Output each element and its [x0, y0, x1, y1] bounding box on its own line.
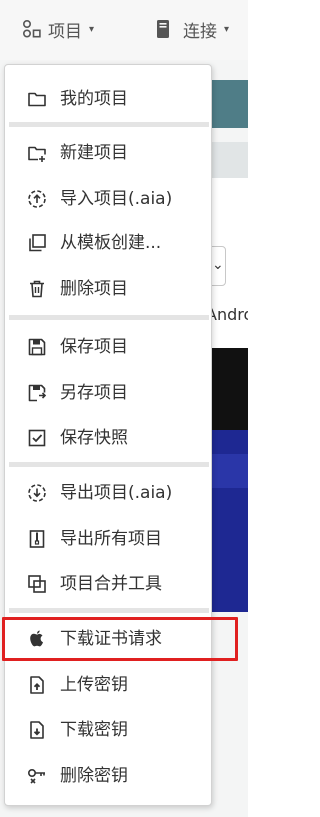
menu-item-import-project[interactable]: 导入项目(.aia): [5, 179, 211, 219]
menu-item-from-template[interactable]: 从模板创建...: [5, 223, 211, 263]
menu-item-save-as[interactable]: 另存项目: [5, 373, 211, 413]
connect-menu-button[interactable]: 连接 ▾: [155, 16, 229, 42]
menu-item-label: 另存项目: [60, 383, 128, 403]
phone-icon: [155, 19, 171, 39]
menu-item-save-project[interactable]: 保存项目: [5, 327, 211, 367]
highlight-annotation-box: [2, 617, 238, 661]
menu-item-my-projects[interactable]: 我的项目: [5, 79, 211, 119]
menu-item-delete-keystore[interactable]: 删除密钥: [5, 756, 211, 796]
menu-item-label: 下载密钥: [60, 720, 128, 740]
menu-item-label: 保存快照: [60, 428, 128, 448]
menu-item-label: 导出所有项目: [60, 529, 162, 549]
menu-item-upload-keystore[interactable]: 上传密钥: [5, 665, 211, 705]
connect-menu-label: 连接: [183, 21, 217, 42]
menu-item-label: 导出项目(.aia): [60, 483, 173, 503]
folder-icon: [27, 89, 47, 109]
key-delete-icon: [27, 766, 47, 786]
connect-caret-icon: ▾: [224, 23, 230, 35]
projects-icon: [22, 19, 42, 39]
menu-item-new-project[interactable]: 新建项目: [5, 133, 211, 173]
menu-divider: [9, 122, 209, 127]
app-screen: ⌄ Andro 项目 ▾ 连接: [0, 0, 248, 817]
zip-file-icon: [27, 529, 47, 549]
copy-icon: [27, 233, 47, 253]
menu-item-label: 从模板创建...: [60, 233, 162, 253]
menu-item-label: 删除密钥: [60, 766, 128, 786]
menu-item-save-checkpoint[interactable]: 保存快照: [5, 418, 211, 458]
checkbox-checked-icon: [27, 428, 47, 448]
menu-item-label: 新建项目: [60, 143, 128, 163]
projects-dropdown-menu: 我的项目 新建项目 导入项目(.aia) 从模板创建... 删除项目 保存项目 …: [4, 64, 212, 806]
menu-item-export-project[interactable]: 导出项目(.aia): [5, 473, 211, 513]
trash-icon: [27, 279, 47, 299]
merge-squares-icon: [27, 574, 47, 594]
file-upload-icon: [27, 675, 47, 695]
menu-item-label: 保存项目: [60, 337, 128, 357]
projects-menu-label: 项目: [48, 21, 82, 42]
save-icon: [27, 337, 47, 357]
folder-plus-icon: [27, 143, 47, 163]
menu-item-download-keystore[interactable]: 下载密钥: [5, 710, 211, 750]
background-android-label: Andro: [206, 305, 248, 324]
menu-item-export-all[interactable]: 导出所有项目: [5, 519, 211, 559]
file-download-icon: [27, 720, 47, 740]
import-circle-icon: [27, 189, 47, 209]
menu-divider: [9, 315, 209, 320]
menu-item-label: 我的项目: [60, 89, 128, 109]
menu-divider: [9, 608, 209, 613]
save-as-icon: [27, 383, 47, 403]
projects-caret-icon: ▾: [89, 23, 95, 35]
top-toolbar: 项目 ▾ 连接 ▾: [0, 0, 248, 60]
menu-divider: [9, 462, 209, 467]
projects-menu-button[interactable]: 项目 ▾: [22, 16, 94, 42]
menu-item-label: 删除项目: [60, 279, 128, 299]
export-circle-icon: [27, 483, 47, 503]
menu-item-label: 导入项目(.aia): [60, 189, 173, 209]
background-select-caret-icon: ⌄: [212, 257, 224, 273]
menu-item-merge-tool[interactable]: 项目合并工具: [5, 564, 211, 604]
menu-item-label: 上传密钥: [60, 675, 128, 695]
menu-item-label: 项目合并工具: [60, 574, 162, 594]
menu-item-delete-project[interactable]: 删除项目: [5, 269, 211, 309]
